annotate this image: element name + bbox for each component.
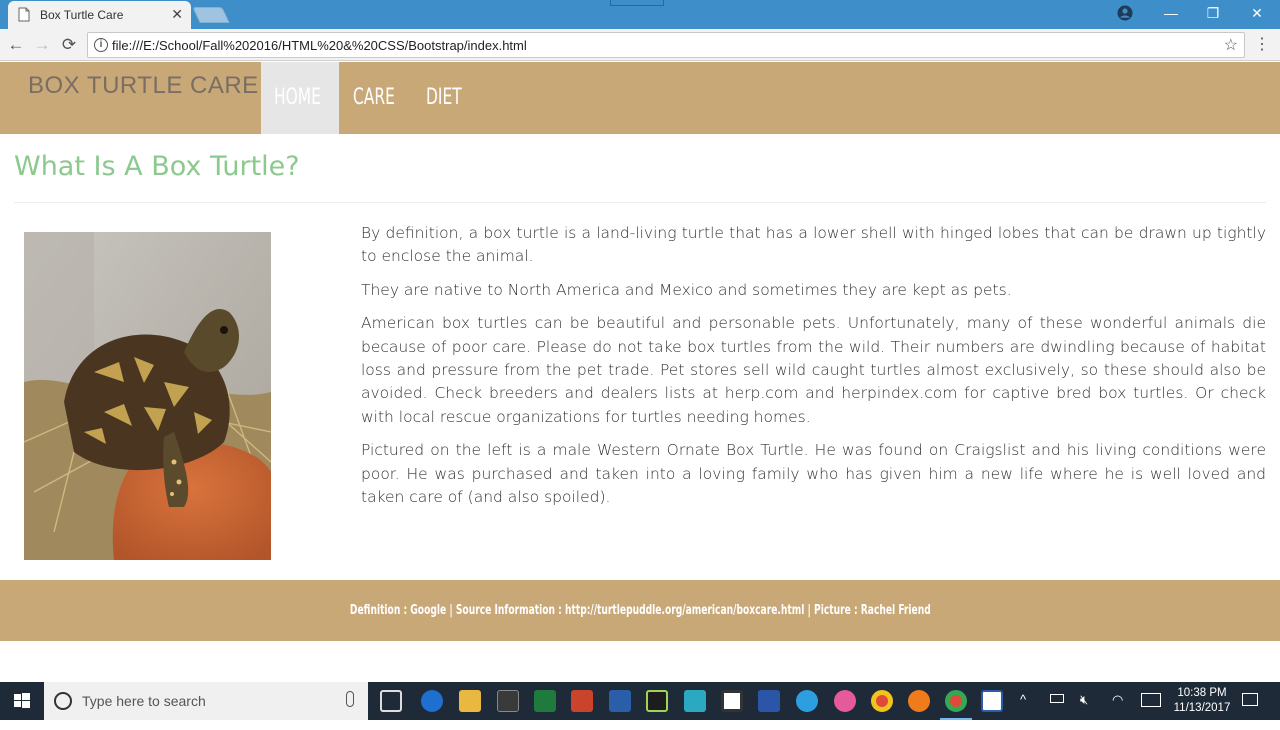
clock-date: 11/13/2017 [1173, 702, 1231, 714]
windows-start-icon[interactable] [0, 682, 44, 720]
paragraph-native: They are native to North America and Mex… [361, 280, 1012, 299]
firefox-icon[interactable] [908, 690, 930, 712]
title-divider [14, 202, 1266, 203]
notepad-app-icon[interactable] [721, 690, 743, 712]
cloud-app-icon[interactable] [796, 690, 818, 712]
browser-menu-icon[interactable]: ⋮ [1254, 34, 1270, 54]
store-icon[interactable] [497, 690, 519, 712]
search-placeholder: Type here to search [82, 693, 206, 709]
new-tab-button[interactable] [192, 7, 230, 23]
taskbar-search[interactable]: Type here to search [44, 682, 368, 720]
word-icon[interactable] [609, 690, 631, 712]
site-footer: Definition : Google | Source Information… [0, 580, 1280, 641]
ws-app-icon[interactable] [684, 690, 706, 712]
itunes-icon[interactable] [834, 690, 856, 712]
paragraph-pets: American box turtles can be beautiful an… [361, 314, 1266, 426]
address-bar[interactable]: i file:///E:/School/Fall%202016/HTML%20&… [87, 32, 1245, 58]
page-icon [18, 7, 30, 22]
article-content: By definition, a box turtle is a land-li… [361, 222, 1266, 519]
info-icon[interactable]: i [94, 38, 108, 52]
reload-button[interactable]: ⟳ [57, 33, 81, 57]
back-button[interactable]: ← [4, 33, 28, 57]
site-navbar: BOX TURTLE CARE HOME CARE DIET [0, 62, 1280, 134]
site-brand[interactable]: BOX TURTLE CARE [28, 72, 259, 100]
powerpoint-icon[interactable] [571, 690, 593, 712]
page-title: What Is A Box Turtle? [14, 151, 300, 182]
footer-credits: Definition : Google | Source Information… [349, 603, 931, 618]
nav-care[interactable]: CARE [353, 62, 395, 134]
browser-tab[interactable]: Box Turtle Care ✕ [8, 1, 191, 29]
tab-title: Box Turtle Care [40, 8, 124, 22]
keyboard-icon[interactable] [1141, 693, 1161, 707]
turtle-photo [24, 232, 271, 560]
bookmark-star-icon[interactable]: ☆ [1224, 35, 1238, 55]
battery-icon[interactable] [1050, 694, 1064, 703]
microphone-icon[interactable] [346, 691, 354, 707]
browser-toolbar: ← → ⟳ i file:///E:/School/Fall%202016/HT… [0, 29, 1280, 61]
clock-time: 10:38 PM [1177, 687, 1227, 699]
window-snap-marker [610, 0, 664, 6]
taskbar-clock[interactable]: 10:38 PM 11/13/2017 [1172, 686, 1232, 716]
forward-button[interactable]: → [30, 33, 54, 57]
url-text: file:///E:/School/Fall%202016/HTML%20&%2… [112, 38, 527, 53]
wifi-icon[interactable]: ◠ [1112, 692, 1123, 730]
chrome-icon[interactable] [871, 690, 893, 712]
browser-title-bar: Box Turtle Care ✕ — ❐ ✕ [0, 0, 1280, 29]
cortana-icon [54, 692, 72, 710]
restore-button[interactable]: ❐ [1190, 0, 1236, 29]
nav-home[interactable]: HOME [274, 62, 321, 134]
file-explorer-icon[interactable] [459, 690, 481, 712]
edge-icon[interactable] [421, 690, 443, 712]
chrome-active-icon[interactable] [945, 690, 967, 712]
paragraph-definition: By definition, a box turtle is a land-li… [361, 224, 1266, 266]
profile-icon[interactable] [1117, 5, 1133, 21]
excel-icon[interactable] [534, 690, 556, 712]
paragraph-pictured: Pictured on the left is a male Western O… [361, 441, 1266, 507]
nav-diet[interactable]: DIET [426, 62, 462, 134]
notifications-icon[interactable] [1242, 693, 1258, 706]
pe-app-icon[interactable] [646, 690, 668, 712]
minimize-button[interactable]: — [1148, 0, 1194, 29]
weather-channel-icon[interactable] [758, 690, 780, 712]
show-hidden-icons-icon[interactable]: ^ [1020, 692, 1026, 730]
document-app-icon[interactable] [981, 690, 1003, 712]
tab-close-icon[interactable]: ✕ [171, 6, 183, 23]
close-window-button[interactable]: ✕ [1234, 0, 1280, 29]
task-view-icon[interactable] [380, 690, 402, 712]
windows-taskbar: Type here to search ^ 🔇︎ ◠ 10:38 PM 11/1… [0, 682, 1280, 720]
volume-muted-icon[interactable]: 🔇︎ [1080, 692, 1088, 730]
